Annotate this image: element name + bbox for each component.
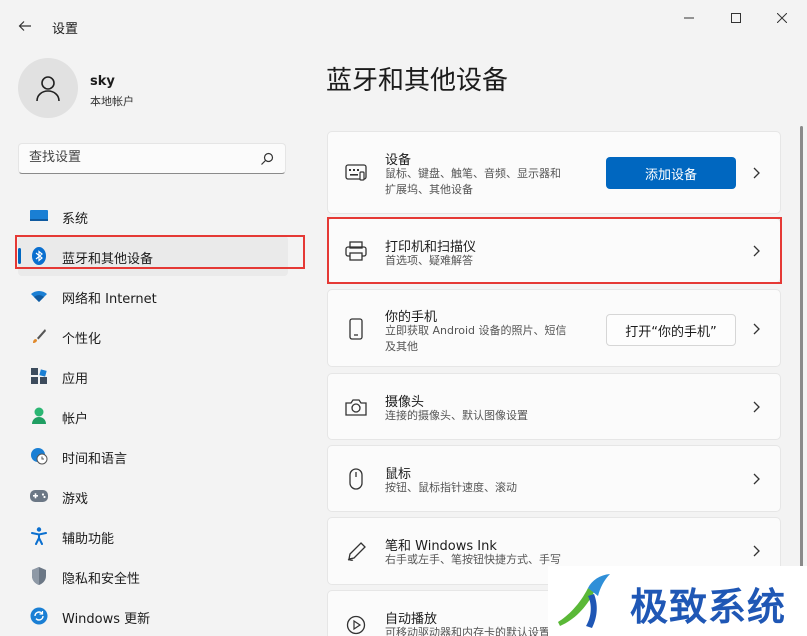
highlight-annotation-sidebar bbox=[15, 235, 305, 269]
sidebar-item-network[interactable]: 网络和 Internet bbox=[18, 276, 288, 316]
open-your-phone-button[interactable]: 打开“你的手机” bbox=[606, 314, 736, 346]
sidebar-item-label: Windows 更新 bbox=[62, 612, 151, 627]
minimize-button[interactable] bbox=[666, 6, 712, 30]
sidebar-item-privacy[interactable]: 隐私和安全性 bbox=[18, 556, 288, 596]
sidebar-item-label: 系统 bbox=[62, 212, 89, 227]
chevron-right-icon bbox=[750, 545, 762, 557]
card-subtitle: 立即获取 Android 设备的照片、短信 bbox=[385, 324, 567, 337]
sidebar-item-label: 游戏 bbox=[62, 492, 89, 507]
watermark-logo-icon bbox=[558, 574, 610, 628]
sidebar-item-time-language[interactable]: 时间和语言 bbox=[18, 436, 288, 476]
search-input[interactable] bbox=[29, 150, 249, 165]
arrow-left-icon bbox=[18, 21, 31, 31]
camera-icon bbox=[344, 395, 368, 419]
person-avatar-icon bbox=[36, 76, 60, 102]
page-title: 蓝牙和其他设备 bbox=[326, 66, 509, 96]
sidebar-item-system[interactable]: 系统 bbox=[18, 196, 288, 236]
sidebar-item-label: 辅助功能 bbox=[62, 532, 115, 547]
person-icon bbox=[30, 407, 48, 425]
sidebar-item-accounts[interactable]: 帐户 bbox=[18, 396, 288, 436]
add-device-button[interactable]: 添加设备 bbox=[606, 157, 736, 189]
maximize-button[interactable] bbox=[713, 6, 759, 30]
app-title: 设置 bbox=[52, 22, 79, 37]
card-subtitle: 右手或左手、笔按钮快捷方式、手写 bbox=[385, 553, 561, 566]
shield-icon bbox=[30, 567, 48, 585]
close-button[interactable] bbox=[759, 6, 805, 30]
sidebar-item-label: 个性化 bbox=[62, 332, 102, 347]
avatar bbox=[18, 58, 78, 118]
search-box[interactable] bbox=[18, 143, 286, 174]
sidebar-item-label: 隐私和安全性 bbox=[62, 572, 141, 587]
maximize-icon bbox=[731, 13, 741, 23]
autoplay-icon bbox=[344, 613, 368, 636]
close-icon bbox=[777, 13, 787, 23]
card-devices[interactable]: 设备 鼠标、键盘、触笔、音频、显示器和 扩展坞、其他设备 添加设备 bbox=[327, 131, 781, 214]
search-icon[interactable] bbox=[259, 151, 275, 167]
globe-clock-icon bbox=[30, 447, 48, 465]
update-icon bbox=[30, 607, 48, 625]
sidebar-item-gaming[interactable]: 游戏 bbox=[18, 476, 288, 516]
gamepad-icon bbox=[30, 487, 48, 505]
highlight-annotation-main bbox=[327, 217, 782, 284]
system-icon bbox=[30, 207, 48, 225]
watermark: 极致系统 bbox=[548, 566, 807, 636]
card-subtitle: 按钮、鼠标指针速度、滚动 bbox=[385, 481, 517, 494]
sidebar-item-windows-update[interactable]: Windows 更新 bbox=[18, 596, 288, 636]
card-subtitle: 扩展坞、其他设备 bbox=[385, 183, 473, 196]
title-bar: 设置 bbox=[0, 0, 807, 48]
sidebar-item-label: 时间和语言 bbox=[62, 452, 128, 467]
minimize-icon bbox=[684, 17, 694, 19]
apps-icon bbox=[30, 367, 48, 385]
chevron-right-icon bbox=[750, 473, 762, 485]
scrollbar[interactable] bbox=[800, 126, 803, 636]
back-button[interactable] bbox=[10, 12, 40, 40]
user-profile[interactable]: sky 本地帐户 bbox=[18, 58, 298, 122]
pen-icon bbox=[344, 540, 368, 564]
sidebar-item-label: 帐户 bbox=[62, 412, 89, 427]
card-subtitle: 及其他 bbox=[385, 340, 418, 353]
card-your-phone[interactable]: 你的手机 立即获取 Android 设备的照片、短信 及其他 打开“你的手机” bbox=[327, 289, 781, 367]
chevron-right-icon bbox=[750, 401, 762, 413]
phone-icon bbox=[344, 317, 368, 341]
devices-icon bbox=[344, 161, 368, 185]
wifi-icon bbox=[30, 287, 48, 305]
card-subtitle: 鼠标、键盘、触笔、音频、显示器和 bbox=[385, 167, 561, 180]
sidebar-item-accessibility[interactable]: 辅助功能 bbox=[18, 516, 288, 556]
chevron-right-icon bbox=[750, 167, 762, 179]
account-type: 本地帐户 bbox=[90, 95, 134, 108]
sidebar-item-personalization[interactable]: 个性化 bbox=[18, 316, 288, 356]
brush-icon bbox=[30, 327, 48, 345]
card-mouse[interactable]: 鼠标 按钮、鼠标指针速度、滚动 bbox=[327, 445, 781, 512]
user-name: sky bbox=[90, 74, 115, 89]
sidebar-item-label: 网络和 Internet bbox=[62, 292, 157, 307]
card-camera[interactable]: 摄像头 连接的摄像头、默认图像设置 bbox=[327, 373, 781, 440]
accessibility-icon bbox=[30, 527, 48, 545]
card-subtitle: 可移动驱动器和内存卡的默认设置 bbox=[385, 626, 550, 636]
mouse-icon bbox=[344, 467, 368, 491]
sidebar-item-label: 应用 bbox=[62, 372, 89, 387]
sidebar-item-apps[interactable]: 应用 bbox=[18, 356, 288, 396]
watermark-text: 极致系统 bbox=[630, 585, 787, 629]
chevron-right-icon bbox=[750, 323, 762, 335]
card-subtitle: 连接的摄像头、默认图像设置 bbox=[385, 409, 528, 422]
